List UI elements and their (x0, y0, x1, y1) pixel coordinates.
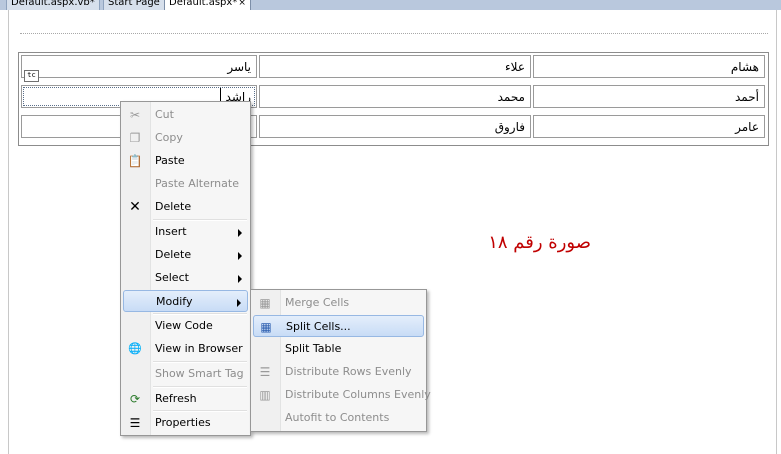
split-cells-icon: ▦ (260, 320, 272, 334)
menu-item-cut[interactable]: ✂ Cut (123, 104, 248, 126)
globe-icon: 🌐 (128, 342, 142, 355)
tab-label: Default.aspx.vb* (11, 0, 95, 8)
menu-item-split-cells[interactable]: ▦ Split Cells... (253, 315, 424, 337)
distribute-columns-icon: ▥ (259, 388, 271, 402)
menu-item-label: Delete (155, 248, 192, 261)
menu-item-label: Merge Cells (285, 296, 350, 309)
submenu-arrow-icon (238, 275, 242, 283)
menu-item-label: Delete (155, 200, 192, 213)
merge-cells-icon: ▦ (259, 296, 271, 310)
menu-item-label: Paste Alternate (155, 177, 239, 190)
form-boundary-line (20, 33, 768, 34)
menu-item-label: Modify (156, 295, 193, 308)
submenu-arrow-icon (238, 252, 242, 260)
menu-item-view-code[interactable]: View Code (123, 315, 248, 337)
menu-item-paste[interactable]: 📋 Paste (123, 150, 248, 172)
menu-item-label: Select (155, 271, 189, 284)
smart-tag-glyph[interactable]: tc (24, 70, 39, 82)
tab-default-aspx-vb[interactable]: Default.aspx.vb* (6, 0, 100, 10)
menu-item-label: Split Cells... (286, 320, 351, 333)
table-cell[interactable]: عامر (533, 115, 765, 138)
cut-icon: ✂ (129, 108, 141, 122)
menu-item-copy[interactable]: ❐ Copy (123, 127, 248, 149)
delete-icon: ✕ (129, 199, 141, 215)
menu-item-distribute-columns[interactable]: ▥ Distribute Columns Evenly (253, 384, 430, 406)
tab-default-aspx[interactable]: Default.aspx*× (164, 0, 251, 10)
distribute-rows-icon: ☰ (259, 365, 271, 379)
menu-item-insert[interactable]: Insert (123, 221, 248, 243)
figure-caption: صورة رقم ١٨ (488, 232, 591, 253)
menu-item-label: Distribute Rows Evenly (285, 365, 412, 378)
menu-item-label: View Code (155, 319, 213, 332)
menu-item-view-in-browser[interactable]: 🌐 View in Browser (123, 338, 248, 360)
text-caret (220, 88, 221, 102)
menu-item-label: Refresh (155, 392, 197, 405)
modify-submenu: ▦ Merge Cells ▦ Split Cells... Split Tab… (250, 289, 431, 432)
menu-item-label: Insert (155, 225, 187, 238)
tab-label: Default.aspx* (169, 0, 238, 8)
menu-item-label: Show Smart Tag (155, 367, 244, 380)
menu-item-merge-cells[interactable]: ▦ Merge Cells (253, 292, 424, 314)
menu-item-properties[interactable]: ☰ Properties (123, 412, 248, 434)
menu-item-label: Distribute Columns Evenly (285, 388, 431, 401)
context-menu: ✂ Cut ❐ Copy 📋 Paste Paste Alternate ✕ D… (120, 101, 251, 436)
table-cell[interactable]: فاروق (259, 115, 531, 138)
menu-item-modify[interactable]: Modify (123, 290, 248, 312)
submenu-arrow-icon (237, 299, 241, 307)
menu-item-label: Paste (155, 154, 185, 167)
menu-item-label: Copy (155, 131, 183, 144)
paste-icon: 📋 (127, 154, 143, 168)
table-cell[interactable]: محمد (259, 85, 531, 108)
menu-item-label: Cut (155, 108, 174, 121)
menu-item-refresh[interactable]: ⟳ Refresh (123, 388, 248, 410)
table-cell[interactable]: ياسر (21, 55, 257, 78)
table-cell[interactable]: علاء (259, 55, 531, 78)
menu-item-select[interactable]: Select (123, 267, 248, 289)
menu-item-autofit[interactable]: Autofit to Contents (253, 407, 424, 429)
menu-item-label: Split Table (285, 342, 342, 355)
tab-close-icon[interactable]: × (238, 0, 246, 8)
menu-item-delete-submenu[interactable]: Delete (123, 244, 248, 266)
menu-item-label: Autofit to Contents (285, 411, 390, 424)
menu-item-paste-alternate[interactable]: Paste Alternate (123, 173, 248, 195)
menu-item-label: View in Browser (155, 342, 243, 355)
properties-icon: ☰ (129, 416, 141, 430)
tab-label: Start Page (108, 0, 160, 8)
refresh-icon: ⟳ (129, 392, 141, 406)
document-tab-strip: Default.aspx.vb* Start Page Default.aspx… (0, 0, 781, 10)
table-cell[interactable]: أحمد (533, 85, 765, 108)
tab-start-page[interactable]: Start Page (103, 0, 165, 10)
menu-item-show-smart-tag[interactable]: Show Smart Tag (123, 363, 248, 385)
table-cell[interactable]: هشام (533, 55, 765, 78)
submenu-arrow-icon (238, 229, 242, 237)
menu-item-delete[interactable]: ✕ Delete (123, 196, 248, 218)
menu-item-split-table[interactable]: Split Table (253, 338, 424, 360)
menu-item-label: Properties (155, 416, 211, 429)
menu-item-distribute-rows[interactable]: ☰ Distribute Rows Evenly (253, 361, 424, 383)
copy-icon: ❐ (129, 131, 141, 145)
